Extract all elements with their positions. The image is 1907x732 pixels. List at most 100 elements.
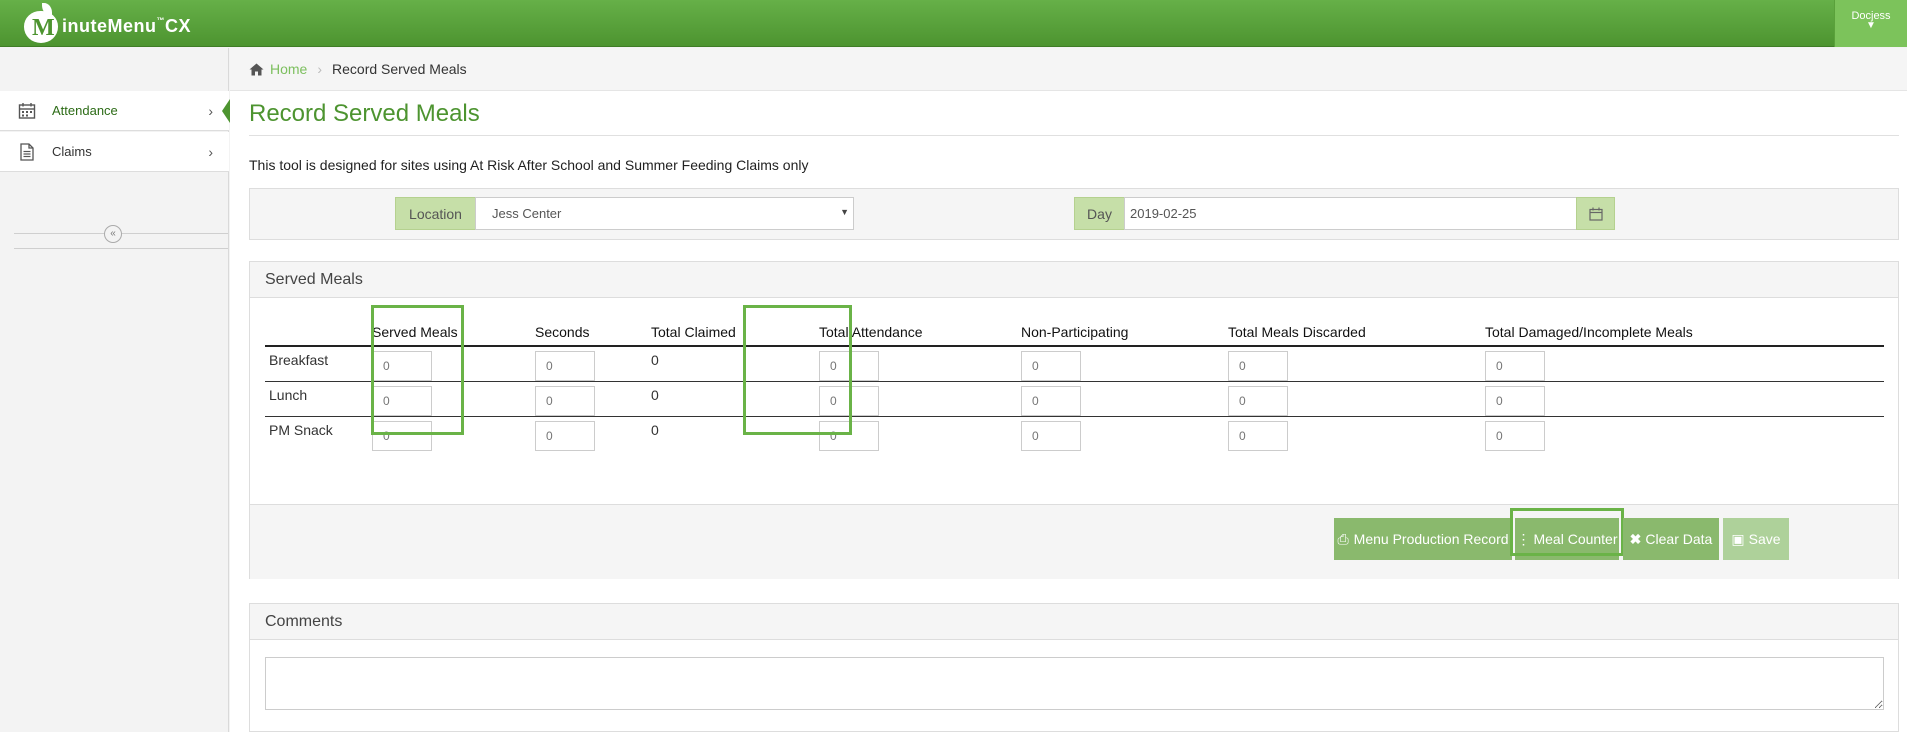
divider — [249, 135, 1899, 136]
day-value: 2019-02-25 — [1130, 206, 1197, 221]
print-icon: ⎙ — [1337, 530, 1349, 547]
nonpart-cell — [1017, 381, 1224, 417]
total-attendance-input[interactable] — [819, 386, 879, 416]
table-row: Lunch 0 — [265, 381, 1884, 417]
top-bar: M inuteMenu™CX Docjess ▼ — [0, 0, 1907, 47]
served-cell — [368, 346, 531, 382]
day-input[interactable]: 2019-02-25 — [1124, 197, 1577, 230]
home-icon — [249, 63, 264, 75]
total-claimed-value: 0 — [647, 381, 815, 417]
column-header-served-meals: Served Meals — [368, 319, 531, 347]
location-label: Location — [395, 197, 476, 230]
total-attendance-input[interactable] — [819, 421, 879, 451]
close-icon: ✖ — [1629, 530, 1642, 547]
seconds-input[interactable] — [535, 421, 595, 451]
main-content: Home › Record Served Meals Record Served… — [230, 48, 1907, 732]
breadcrumb-separator-icon: › — [317, 61, 323, 77]
chevron-right-icon: › — [208, 143, 213, 160]
brand-name: inuteMenu™CX — [62, 15, 192, 36]
comments-textarea[interactable] — [265, 657, 1884, 710]
calendar-icon — [1588, 207, 1603, 221]
meal-name: Lunch — [265, 381, 368, 417]
non-participating-input[interactable] — [1021, 386, 1081, 416]
chevron-down-icon: ▼ — [1866, 20, 1876, 31]
attendance-cell — [815, 417, 1017, 451]
intro-text: This tool is designed for sites using At… — [249, 157, 809, 173]
meals-discarded-input[interactable] — [1228, 351, 1288, 381]
damaged-cell — [1481, 417, 1884, 451]
attendance-cell — [815, 346, 1017, 382]
meals-discarded-input[interactable] — [1228, 421, 1288, 451]
served-meals-panel: Served Meals Served Meals Seconds Total … — [249, 261, 1899, 579]
menu-production-record-button[interactable]: ⎙ Menu Production Record — [1334, 518, 1512, 560]
table-row: Breakfast 0 — [265, 346, 1884, 382]
filter-panel: Location Jess Center ▼ Day 2019-02-25 — [249, 188, 1899, 240]
sidebar-item-label: Attendance — [52, 103, 118, 118]
date-picker-button[interactable] — [1576, 197, 1615, 230]
day-label: Day — [1074, 197, 1125, 230]
damaged-cell — [1481, 381, 1884, 417]
seconds-cell — [531, 417, 647, 451]
button-label: Clear Data — [1645, 531, 1713, 547]
column-header — [265, 319, 368, 347]
save-button[interactable]: ▣ Save — [1723, 518, 1789, 560]
non-participating-input[interactable] — [1021, 421, 1081, 451]
clear-data-button[interactable]: ✖ Clear Data — [1623, 518, 1719, 560]
sidebar-item-attendance[interactable]: Attendance › — [0, 91, 230, 131]
seconds-cell — [531, 346, 647, 382]
user-menu[interactable]: Docjess ▼ — [1834, 0, 1907, 47]
served-cell — [368, 417, 531, 451]
table-row: PM Snack 0 — [265, 417, 1884, 451]
seconds-input[interactable] — [535, 386, 595, 416]
served-meals-actions: ⎙ Menu Production Record ⋮ Meal Counter ✖ C… — [250, 504, 1898, 579]
save-icon: ▣ — [1731, 530, 1745, 547]
logo-initial: M — [32, 15, 55, 41]
nonpart-cell — [1017, 346, 1224, 382]
table-header-row: Served Meals Seconds Total Claimed Total… — [265, 319, 1884, 347]
meals-discarded-input[interactable] — [1228, 386, 1288, 416]
non-participating-input[interactable] — [1021, 351, 1081, 381]
damaged-cell — [1481, 346, 1884, 382]
chevron-down-icon: ▼ — [840, 207, 849, 217]
damaged-meals-input[interactable] — [1485, 386, 1545, 416]
column-header-damaged-meals: Total Damaged/Incomplete Meals — [1481, 319, 1884, 347]
total-claimed-value: 0 — [647, 346, 815, 382]
location-value: Jess Center — [492, 206, 562, 221]
served-cell — [368, 381, 531, 417]
collapse-sidebar-icon[interactable]: « — [104, 225, 122, 243]
comments-heading: Comments — [250, 604, 1898, 640]
served-meals-input[interactable] — [372, 386, 432, 416]
location-select[interactable]: Jess Center ▼ — [475, 197, 854, 230]
meal-name: PM Snack — [269, 422, 333, 438]
sidebar-item-claims[interactable]: Claims › — [0, 132, 229, 172]
meal-counter-button[interactable]: ⋮ Meal Counter — [1515, 518, 1619, 560]
app-logo[interactable]: M inuteMenu™CX — [22, 3, 191, 43]
nonpart-cell — [1017, 417, 1224, 451]
meal-name: Breakfast — [265, 346, 368, 382]
column-header-total-claimed: Total Claimed — [647, 319, 815, 347]
breadcrumb-home-link[interactable]: Home — [270, 61, 307, 77]
damaged-meals-input[interactable] — [1485, 351, 1545, 381]
column-header-non-participating: Non-Participating — [1017, 319, 1224, 347]
attendance-cell — [815, 381, 1017, 417]
column-header-total-attendance: Total Attendance — [815, 319, 1017, 347]
total-attendance-input[interactable] — [819, 351, 879, 381]
calendar-icon — [18, 102, 36, 119]
comments-panel: Comments — [249, 603, 1899, 732]
button-label: Meal Counter — [1533, 531, 1618, 547]
total-claimed-value: 0 — [651, 422, 659, 438]
column-header-meals-discarded: Total Meals Discarded — [1224, 319, 1481, 347]
sidebar: Attendance › Claims › « — [0, 48, 230, 732]
seconds-cell — [531, 381, 647, 417]
page-title: Record Served Meals — [249, 100, 480, 127]
seconds-input[interactable] — [535, 351, 595, 381]
column-header-seconds: Seconds — [531, 319, 647, 347]
served-meals-input[interactable] — [372, 421, 432, 451]
button-label: Menu Production Record — [1353, 531, 1509, 547]
vertical-ellipsis-icon: ⋮ — [1516, 530, 1531, 547]
apple-logo-icon: M — [22, 3, 60, 43]
divider — [14, 248, 228, 249]
breadcrumb: Home › Record Served Meals — [230, 48, 1907, 91]
damaged-meals-input[interactable] — [1485, 421, 1545, 451]
served-meals-input[interactable] — [372, 351, 432, 381]
